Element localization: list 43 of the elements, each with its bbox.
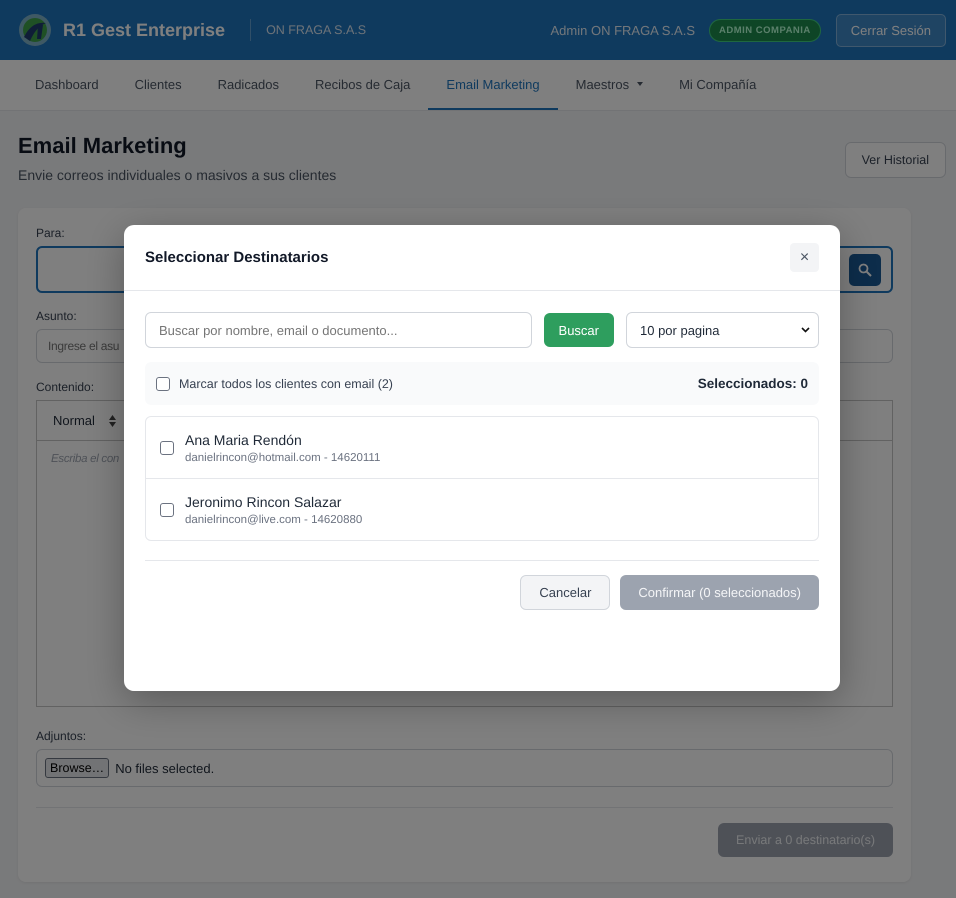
caret-icon bbox=[637, 82, 644, 86]
search-button[interactable] bbox=[849, 254, 881, 286]
search-icon bbox=[858, 262, 872, 276]
checkbox[interactable] bbox=[160, 440, 174, 454]
page-subtitle: Envie correos individuales o masivos a sus clientes bbox=[18, 167, 336, 183]
company-name: ON FRAGA S.A.S bbox=[266, 23, 366, 37]
field-label: Contenido: bbox=[36, 380, 94, 394]
file-status: No files selected. bbox=[115, 760, 214, 776]
role-badge: ADMIN COMPANIA bbox=[709, 18, 821, 42]
page-title: Email Marketing bbox=[18, 132, 188, 160]
client-detail: danielrincon@live.com - 14620880 bbox=[185, 514, 362, 526]
field-label: Adjuntos: bbox=[36, 729, 86, 743]
checkbox-label: Marcar todos los clientes con email (2) bbox=[179, 376, 393, 390]
nav-tab[interactable]: Dashboard bbox=[17, 60, 117, 110]
history-button[interactable]: Ver Historial bbox=[844, 142, 946, 178]
nav-tab[interactable]: Radicados bbox=[200, 60, 298, 110]
file-field[interactable]: Browse… No files selected. bbox=[36, 749, 893, 787]
dialog-title: Seleccionar Destinatarios bbox=[145, 249, 328, 266]
selected-count: Seleccionados: 0 bbox=[698, 376, 808, 391]
logo-icon bbox=[18, 13, 52, 47]
search-button[interactable]: Buscar bbox=[544, 313, 614, 347]
field-label: Asunto: bbox=[36, 309, 77, 323]
checkbox[interactable] bbox=[160, 502, 174, 516]
client-detail: danielrincon@hotmail.com - 14620111 bbox=[185, 452, 380, 464]
page-size-select[interactable]: 10 por pagina bbox=[626, 312, 819, 348]
nav-tab[interactable]: Maestros bbox=[558, 60, 662, 110]
search-field[interactable]: Buscar por nombre, email o documento... bbox=[145, 312, 532, 348]
chevron-icon bbox=[801, 327, 810, 333]
nav-tab[interactable]: Mi Compañía bbox=[661, 60, 774, 110]
nav-tab[interactable]: Email Marketing bbox=[428, 60, 558, 110]
client-name: Jeronimo Rincon Salazar bbox=[185, 494, 342, 510]
cancel-button[interactable]: Cancelar bbox=[520, 575, 610, 610]
close-button[interactable]: × bbox=[790, 243, 819, 272]
user-name: Admin ON FRAGA S.A.S bbox=[550, 22, 695, 38]
app-title: R1 Gest Enterprise bbox=[63, 20, 226, 40]
sort-arrows-icon bbox=[108, 414, 116, 426]
checkbox[interactable] bbox=[156, 376, 170, 390]
format-select[interactable]: Normal bbox=[53, 413, 95, 428]
nav-tab[interactable]: Clientes bbox=[116, 60, 200, 110]
nav-tab[interactable]: Recibos de Caja bbox=[297, 60, 428, 110]
client-name: Ana Maria Rendón bbox=[185, 432, 303, 448]
browse-button[interactable]: Browse… bbox=[45, 758, 110, 778]
field-label: Para: bbox=[36, 226, 65, 240]
